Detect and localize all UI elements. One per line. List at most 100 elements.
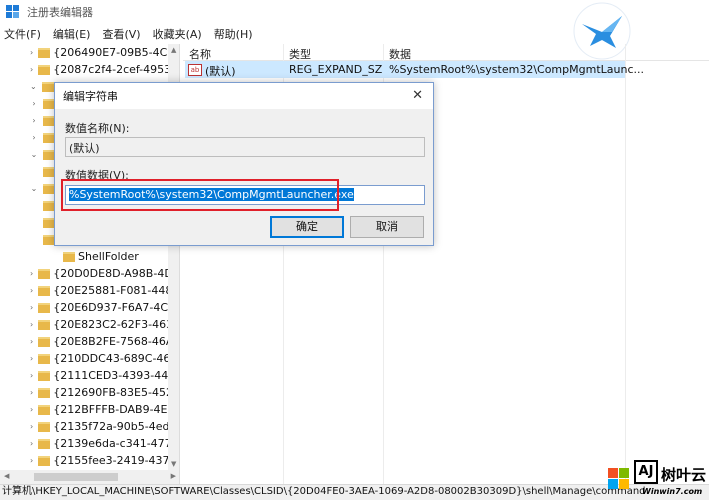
chevron-right-icon[interactable]: › <box>30 269 33 278</box>
tree-item-label: {20E25881-F081-448e- <box>53 284 180 297</box>
folder-icon <box>38 387 51 398</box>
chevron-down-icon[interactable]: ⌄ <box>30 82 37 91</box>
dialog-title-bar[interactable]: 编辑字符串 ✕ <box>55 83 433 109</box>
folder-icon <box>38 353 51 364</box>
highlight-box <box>61 179 339 211</box>
cancel-button[interactable]: 取消 <box>350 216 424 238</box>
tree-item-label: {20E8B2FE-7568-46AE- <box>53 335 180 348</box>
chevron-right-icon[interactable]: › <box>30 439 33 448</box>
folder-icon <box>38 370 51 381</box>
close-icon[interactable]: ✕ <box>412 88 423 103</box>
tree-item[interactable]: › {2087c2f4-2cef-4953-a <box>0 61 179 78</box>
tree-item-label: {2135f72a-90b5-4ed3- <box>53 420 180 433</box>
chevron-right-icon[interactable]: › <box>30 48 33 57</box>
chevron-right-icon[interactable]: › <box>30 133 38 142</box>
value-name-field: (默认) <box>65 137 425 157</box>
tree-item[interactable]: › {212690FB-83E5-4526- <box>0 384 179 401</box>
folder-icon <box>41 81 54 92</box>
dialog-title: 编辑字符串 <box>63 90 118 103</box>
tree-item[interactable]: ShellFolder <box>0 248 168 265</box>
tree-item[interactable]: › {2155fee3-2419-4373- <box>0 452 179 469</box>
scrollbar-thumb[interactable] <box>34 473 118 481</box>
menu-favorites[interactable]: 收藏夹(A) <box>153 26 202 42</box>
folder-icon <box>38 268 51 279</box>
chevron-right-icon[interactable]: › <box>30 320 33 329</box>
tree-item-label: {212690FB-83E5-4526- <box>53 386 180 399</box>
chevron-right-icon[interactable]: › <box>30 371 33 380</box>
string-value-icon: ab <box>188 63 202 76</box>
tree-item[interactable]: › {2139e6da-c341-4774- <box>0 435 179 452</box>
ok-button[interactable]: 确定 <box>270 216 344 238</box>
tree-item[interactable]: › {210DDC43-689C-46E3 <box>0 350 179 367</box>
tree-horizontal-scrollbar[interactable]: ◀ ▶ <box>0 470 179 484</box>
menu-file[interactable]: 文件(F) <box>4 26 41 42</box>
folder-icon <box>38 64 51 75</box>
scroll-right-icon[interactable]: ▶ <box>171 472 176 480</box>
tree-item[interactable]: › {206490E7-09B5-4C9D <box>0 44 179 61</box>
watermark-box: AJ <box>634 460 658 484</box>
chevron-right-icon[interactable]: › <box>30 388 33 397</box>
value-name-label: 数值名称(N): <box>65 122 130 135</box>
tree-item-label: {2139e6da-c341-4774- <box>53 437 180 450</box>
tree-item-label: {2087c2f4-2cef-4953-a <box>53 63 180 76</box>
tree-item-label: {20D0DE8D-A98B-4DD <box>53 267 180 280</box>
site-watermark: AJ 树叶云 Winwin7.com <box>608 458 709 500</box>
value-data: %SystemRoot%\system32\CompMgmtLaunc... <box>389 63 644 76</box>
folder-icon <box>38 336 51 347</box>
folder-icon <box>63 251 75 262</box>
chevron-right-icon[interactable]: › <box>30 65 33 74</box>
chevron-right-icon[interactable]: › <box>30 99 38 108</box>
tree-item[interactable]: › {20E25881-F081-448e- <box>0 282 179 299</box>
folder-icon <box>38 302 51 313</box>
tree-item[interactable]: › {2135f72a-90b5-4ed3- <box>0 418 179 435</box>
column-header-type[interactable]: 类型 <box>289 46 311 62</box>
scroll-up-icon[interactable]: ▲ <box>171 46 176 54</box>
folder-icon <box>38 404 51 415</box>
folder-icon <box>38 455 51 466</box>
tree-item[interactable]: › {20D0DE8D-A98B-4DD <box>0 265 179 282</box>
menu-help[interactable]: 帮助(H) <box>214 26 253 42</box>
column-header-data[interactable]: 数据 <box>389 46 411 62</box>
tree-item[interactable]: › {2111CED3-4393-4490 <box>0 367 179 384</box>
chevron-right-icon[interactable]: › <box>30 337 33 346</box>
tree-item-label: {2155fee3-2419-4373- <box>53 454 180 467</box>
chevron-down-icon[interactable]: ⌄ <box>30 184 38 193</box>
list-header: 名称 类型 数据 <box>183 44 709 61</box>
menu-view[interactable]: 查看(V) <box>102 26 140 42</box>
watermark-brand: 树叶云 <box>661 466 707 484</box>
edit-string-dialog: 编辑字符串 ✕ 数值名称(N): (默认) 数值数据(V): %SystemRo… <box>54 82 434 246</box>
chevron-right-icon[interactable]: › <box>30 286 33 295</box>
folder-icon <box>38 47 51 58</box>
tree-item-label: {20E823C2-62F3-4638- <box>53 318 180 331</box>
folder-icon <box>38 285 51 296</box>
tree-item-label: {210DDC43-689C-46E3 <box>53 352 180 365</box>
list-item-default[interactable]: ab (默认) REG_EXPAND_SZ %SystemRoot%\syste… <box>185 61 644 78</box>
value-type: REG_EXPAND_SZ <box>289 63 383 76</box>
window-title: 注册表编辑器 <box>27 6 93 19</box>
folder-icon <box>38 319 51 330</box>
tree-item-label: {2111CED3-4393-4490 <box>53 369 180 382</box>
chevron-right-icon[interactable]: › <box>30 116 38 125</box>
chevron-right-icon[interactable]: › <box>30 405 33 414</box>
scroll-down-icon[interactable]: ▼ <box>171 460 176 468</box>
tree-item[interactable]: › {20E823C2-62F3-4638- <box>0 316 179 333</box>
scroll-left-icon[interactable]: ◀ <box>4 472 9 480</box>
registry-editor-icon <box>6 5 20 19</box>
column-header-name[interactable]: 名称 <box>189 46 211 62</box>
windows-flag-icon <box>608 468 630 490</box>
tree-item[interactable]: › {212BFFFB-DAB9-4EEF- <box>0 401 179 418</box>
chevron-right-icon[interactable]: › <box>30 456 33 465</box>
chevron-right-icon[interactable]: › <box>30 422 33 431</box>
tree-item-label: {20E6D937-F6A7-4C7F <box>53 301 180 314</box>
tree-item-label: {206490E7-09B5-4C9D <box>53 46 180 59</box>
tree-item[interactable]: › {20E8B2FE-7568-46AE- <box>0 333 179 350</box>
tree-item-label: {212BFFFB-DAB9-4EEF- <box>53 403 180 416</box>
chevron-right-icon[interactable]: › <box>30 354 33 363</box>
menu-edit[interactable]: 编辑(E) <box>53 26 91 42</box>
chevron-right-icon[interactable]: › <box>30 303 33 312</box>
folder-icon <box>38 438 51 449</box>
status-bar-path: 计算机\HKEY_LOCAL_MACHINE\SOFTWARE\Classes\… <box>0 484 709 500</box>
chevron-down-icon[interactable]: ⌄ <box>30 150 38 159</box>
tree-item[interactable]: › {20E6D937-F6A7-4C7F <box>0 299 179 316</box>
value-name: (默认) <box>205 65 236 78</box>
